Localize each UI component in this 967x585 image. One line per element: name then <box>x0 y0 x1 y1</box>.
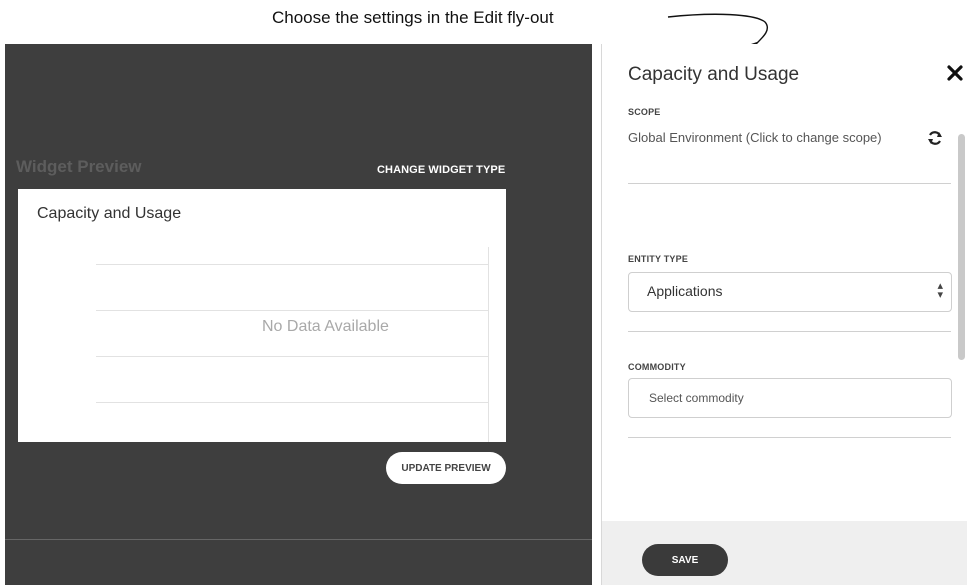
flyout-scrollbar[interactable] <box>958 134 965 360</box>
annotation-callout: Choose the settings in the Edit fly-out <box>0 0 967 53</box>
section-divider <box>628 437 951 438</box>
save-button[interactable]: SAVE <box>642 544 728 576</box>
change-widget-type-link[interactable]: CHANGE WIDGET TYPE <box>377 164 505 176</box>
scope-label: SCOPE <box>628 107 661 117</box>
chart-gridline <box>96 356 488 357</box>
chart-gridline <box>96 310 488 311</box>
update-preview-button[interactable]: UPDATE PREVIEW <box>386 452 506 484</box>
chart-axis-line <box>488 247 489 442</box>
commodity-placeholder: Select commodity <box>649 391 744 405</box>
commodity-label: COMMODITY <box>628 362 686 372</box>
select-arrows-icon: ▴ ▾ <box>937 280 943 301</box>
preview-card: Capacity and Usage No Data Available <box>18 189 506 442</box>
entity-type-value: Applications <box>647 283 723 299</box>
section-divider <box>628 331 951 332</box>
chart-gridline <box>96 264 488 265</box>
panel-divider <box>5 539 592 540</box>
chart-gridline <box>96 402 488 403</box>
entity-type-select[interactable]: Applications ▴ ▾ <box>628 272 952 312</box>
edit-flyout: Capacity and Usage SCOPE Global Environm… <box>601 44 967 585</box>
scope-selector[interactable]: Global Environment (Click to change scop… <box>628 130 882 145</box>
commodity-select[interactable]: Select commodity <box>628 378 952 418</box>
flyout-body: SCOPE Global Environment (Click to chang… <box>602 44 967 438</box>
refresh-icon[interactable] <box>927 130 943 146</box>
preview-card-title: Capacity and Usage <box>37 205 182 222</box>
flyout-footer: SAVE <box>602 521 967 585</box>
widget-preview-title: Widget Preview <box>16 157 142 176</box>
widget-preview-panel: Widget Preview CHANGE WIDGET TYPE Capaci… <box>5 44 592 585</box>
no-data-message: No Data Available <box>262 318 389 335</box>
entity-type-label: ENTITY TYPE <box>628 254 689 264</box>
section-divider <box>628 183 951 184</box>
